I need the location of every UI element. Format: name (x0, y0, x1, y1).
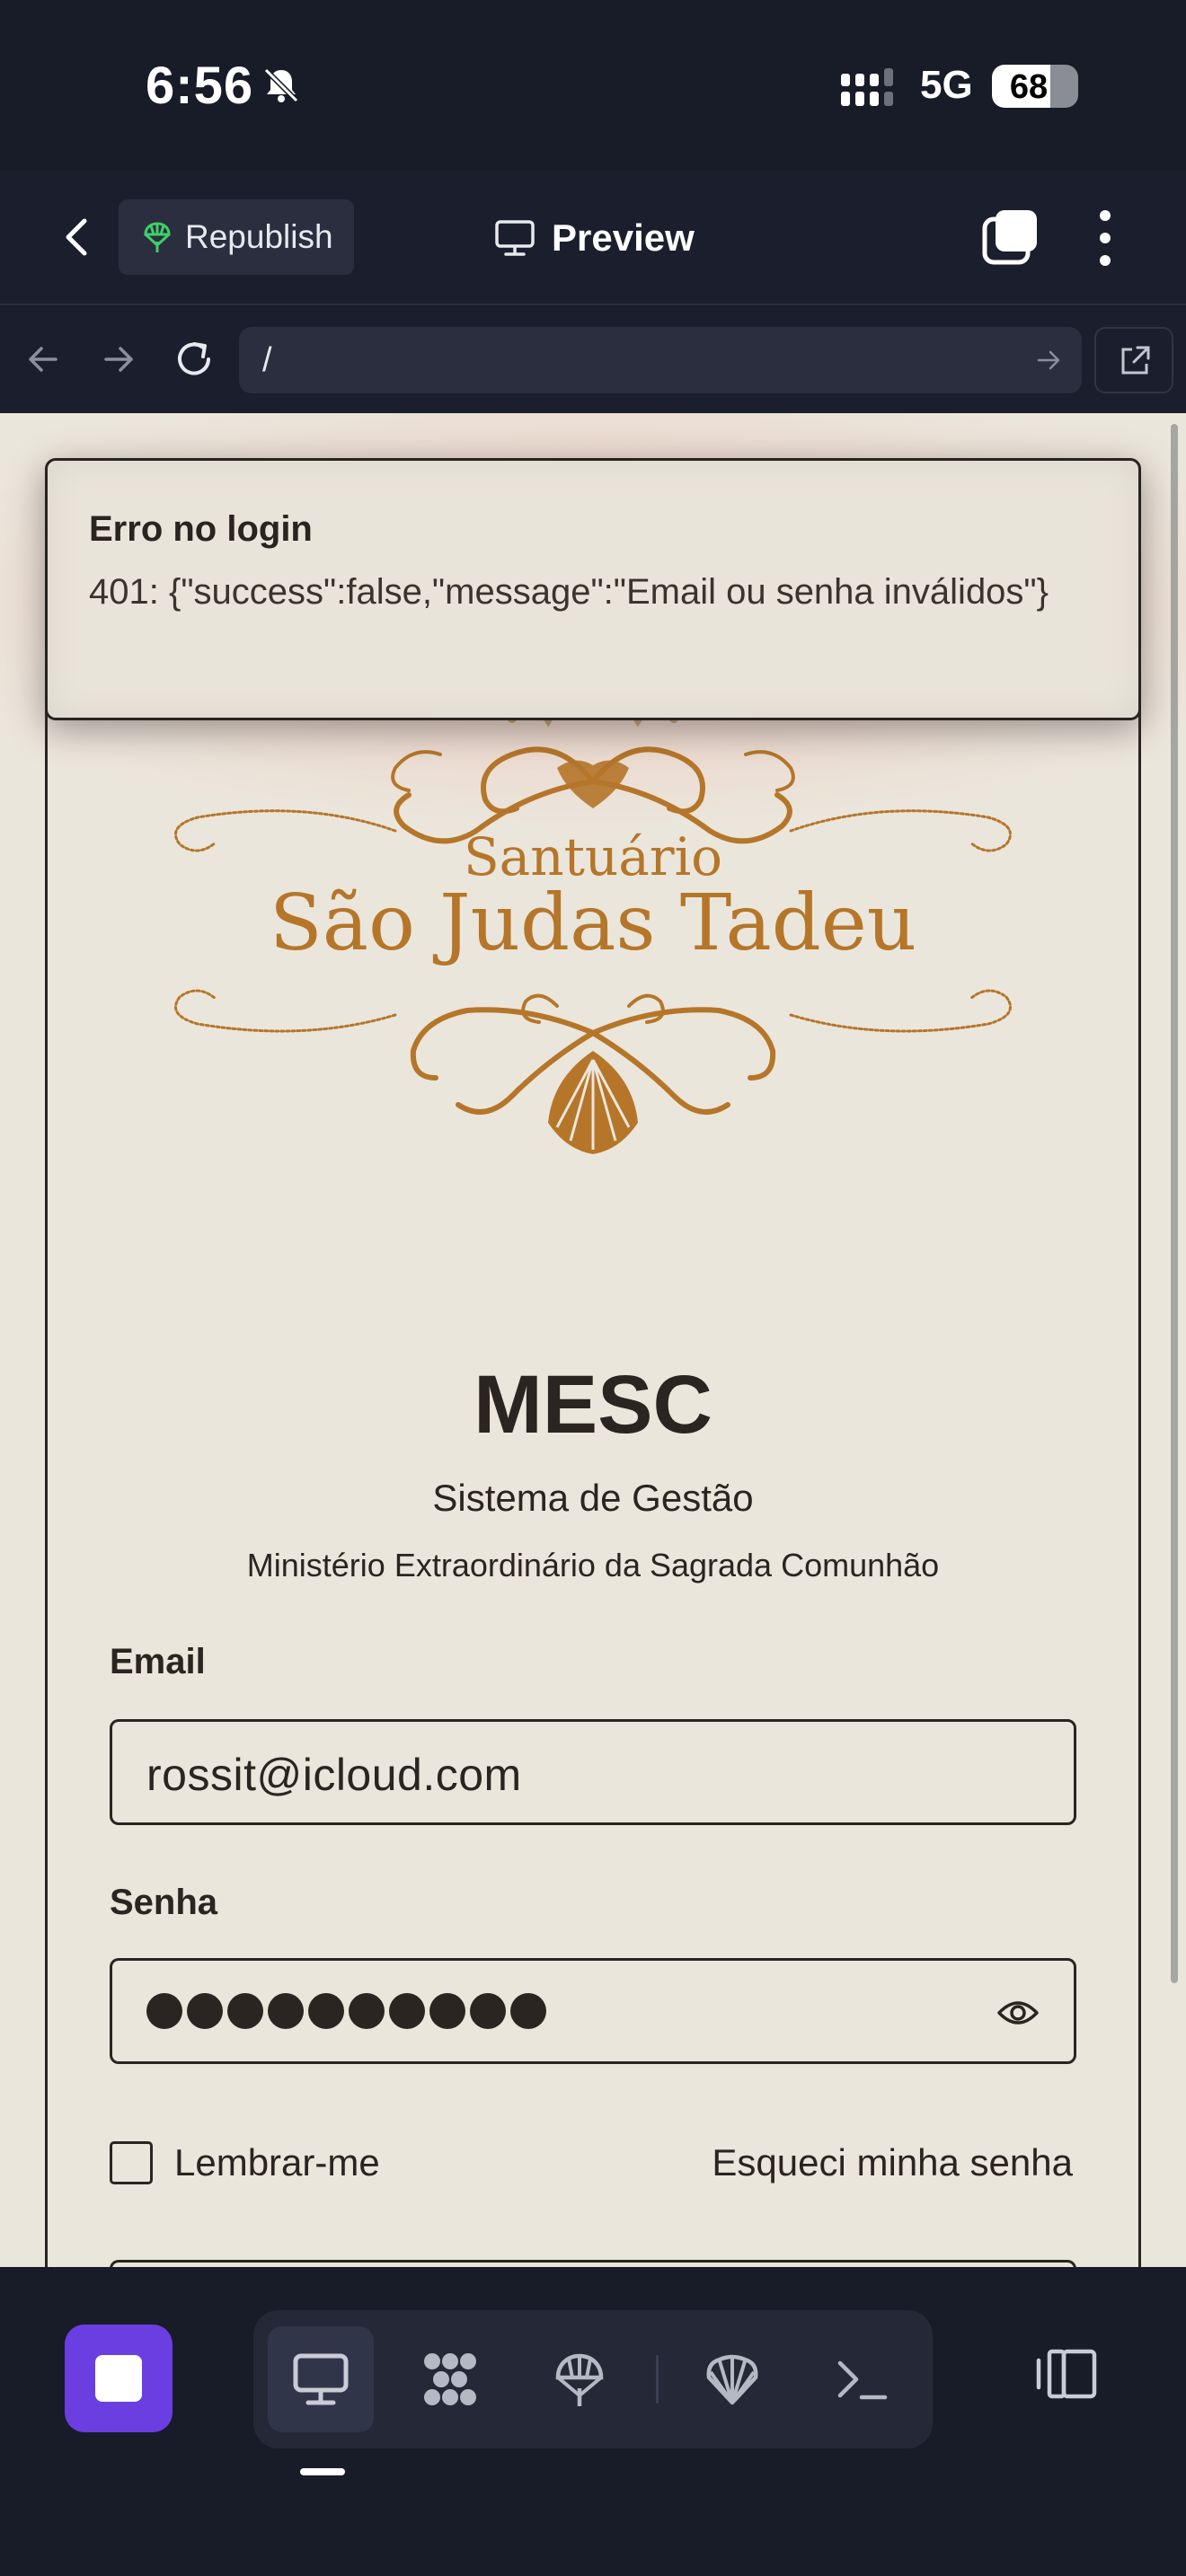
chevron-left-icon[interactable] (50, 210, 104, 264)
workflow-icon (424, 2353, 476, 2405)
password-dot (510, 1993, 546, 2029)
go-arrow-icon[interactable] (1033, 345, 1064, 375)
logo-line-2: São Judas Tadeu (269, 878, 917, 968)
password-dot (146, 1993, 182, 2029)
shell-icon (706, 2354, 758, 2405)
battery-percent: 68 (1009, 68, 1049, 106)
battery-icon: 68 (992, 65, 1078, 108)
republish-icon (144, 222, 171, 252)
password-field[interactable] (110, 1958, 1076, 2064)
email-field[interactable]: rossit@icloud.com (110, 1719, 1076, 1825)
tool-divider (656, 2355, 659, 2404)
tool-group (253, 2310, 933, 2448)
remember-checkbox[interactable] (110, 2141, 153, 2184)
submit-button[interactable] (110, 2260, 1076, 2267)
password-dot (308, 1993, 344, 2029)
password-dot (268, 1993, 304, 2029)
toast-title: Erro no login (89, 509, 313, 549)
republish-label: Republish (185, 218, 333, 255)
stop-button[interactable] (65, 2325, 173, 2432)
scrollbar[interactable] (1171, 424, 1178, 1983)
stop-icon (95, 2355, 142, 2402)
tool-console[interactable] (809, 2326, 915, 2432)
arrow-right-icon[interactable] (95, 336, 142, 383)
eye-icon[interactable] (996, 1995, 1040, 2031)
deploy-icon (555, 2353, 604, 2406)
email-label: Email (110, 1642, 206, 1681)
layout-icon[interactable] (1033, 2341, 1100, 2407)
url-input[interactable]: / (239, 327, 1082, 393)
app-bar: Republish Preview (0, 171, 1186, 305)
external-link-icon (1121, 346, 1150, 375)
preview-label: Preview (552, 216, 695, 259)
status-time: 6:56 (146, 57, 254, 115)
screen: 6:56 5G 68 Republish Preview / Santuário… (0, 0, 1186, 2576)
santuario-logo: Santuário São Judas Tadeu (171, 683, 1015, 1186)
more-vertical-icon[interactable] (1087, 207, 1123, 269)
toast-message: 401: {"success":false,"message":"Email o… (89, 572, 1049, 612)
arrow-left-icon[interactable] (20, 336, 66, 383)
page-tagline: Ministério Extraordinário da Sagrada Com… (246, 1547, 940, 1584)
bell-slash-icon (263, 67, 299, 103)
password-dot (187, 1993, 223, 2029)
tool-preview[interactable] (268, 2326, 374, 2432)
reload-icon[interactable] (171, 336, 217, 383)
password-dot (429, 1993, 465, 2029)
password-dot (470, 1993, 506, 2029)
console-icon (837, 2360, 888, 2400)
bottom-toolbar (0, 2267, 1186, 2576)
password-dot (227, 1993, 263, 2029)
email-value: rossit@icloud.com (146, 1750, 522, 1800)
republish-button[interactable]: Republish (119, 199, 354, 275)
tool-shell[interactable] (679, 2326, 785, 2432)
tool-workflows[interactable] (397, 2326, 503, 2432)
password-dot (389, 1993, 425, 2029)
preview-monitor-icon (293, 2353, 349, 2405)
browser-bar: / (0, 307, 1186, 413)
active-tab-indicator (300, 2468, 345, 2475)
url-text: / (262, 341, 272, 379)
remember-label[interactable]: Lembrar-me (174, 2141, 380, 2184)
password-mask (146, 1993, 546, 2029)
monitor-icon (495, 220, 535, 256)
preview-title: Preview (494, 207, 695, 269)
password-label: Senha (110, 1883, 218, 1922)
signal-bars-icon (841, 68, 893, 106)
tool-deploy[interactable] (527, 2326, 633, 2432)
error-toast[interactable]: Erro no login 401: {"success":false,"mes… (45, 458, 1141, 720)
forgot-password-link[interactable]: Esqueci minha senha (712, 2141, 1073, 2184)
webview: Santuário São Judas Tadeu Erro no login … (0, 413, 1186, 2267)
password-dot (349, 1993, 385, 2029)
status-bar: 6:56 5G 68 (0, 0, 1186, 171)
tabs-icon[interactable] (981, 208, 1039, 266)
network-type: 5G (920, 63, 973, 107)
open-external-button[interactable] (1094, 327, 1173, 393)
page-subtitle: Sistema de Gestão (432, 1477, 754, 1519)
page-title: MESC (474, 1359, 712, 1451)
